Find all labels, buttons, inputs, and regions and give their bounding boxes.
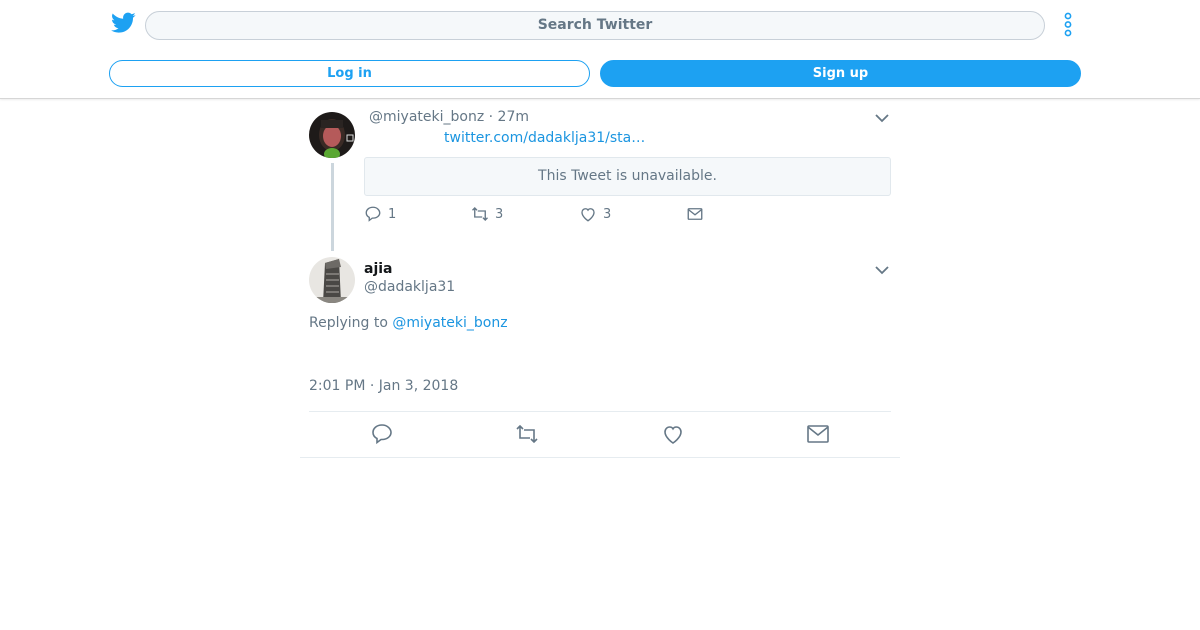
search-input[interactable]: Search Twitter xyxy=(145,11,1045,40)
separator: · xyxy=(488,109,494,125)
retweet-action[interactable]: 3 xyxy=(471,205,503,223)
retweet-count: 3 xyxy=(495,206,504,222)
more-vertical-icon[interactable] xyxy=(1058,11,1078,39)
chevron-down-icon[interactable] xyxy=(874,264,890,276)
mail-icon xyxy=(687,208,703,220)
login-button[interactable]: Log in xyxy=(109,60,590,87)
replying-to: Replying to @miyateki_bonz xyxy=(309,315,508,331)
tweet-link[interactable]: twitter.com/dadaklja31/sta… xyxy=(444,130,645,146)
mail-icon[interactable] xyxy=(806,422,830,446)
reply-count: 1 xyxy=(388,206,397,222)
top-bar: Search Twitter Log in Sign up xyxy=(0,0,1200,99)
user-handle[interactable]: @dadaklja31 xyxy=(364,279,455,295)
retweet-icon[interactable] xyxy=(515,422,539,446)
display-name[interactable]: ajia xyxy=(364,261,393,277)
reply-icon[interactable] xyxy=(370,422,394,446)
retweet-icon xyxy=(472,207,488,221)
reply-icon xyxy=(365,206,381,222)
replying-mention[interactable]: @miyateki_bonz xyxy=(392,315,507,331)
unavailable-tweet-card: This Tweet is unavailable. xyxy=(364,157,891,196)
twitter-bird-icon[interactable] xyxy=(111,12,136,34)
signup-button[interactable]: Sign up xyxy=(600,60,1081,87)
tweet-age[interactable]: 27m xyxy=(498,109,529,125)
tweet-header: @miyateki_bonz · 27m xyxy=(369,109,529,125)
divider xyxy=(300,457,900,458)
dm-action[interactable] xyxy=(686,205,710,223)
heart-icon[interactable] xyxy=(661,422,685,446)
avatar[interactable] xyxy=(309,112,355,158)
heart-icon xyxy=(581,208,595,222)
thread-line xyxy=(331,163,334,251)
like-action[interactable]: 3 xyxy=(579,205,611,223)
replying-prefix: Replying to xyxy=(309,315,393,331)
reply-action[interactable]: 1 xyxy=(364,205,396,223)
avatar[interactable] xyxy=(309,257,355,303)
chevron-down-icon[interactable] xyxy=(874,112,890,124)
like-count: 3 xyxy=(603,206,612,222)
tweet-handle[interactable]: @miyateki_bonz xyxy=(369,109,484,125)
divider xyxy=(309,411,891,412)
tweet-timestamp[interactable]: 2:01 PM · Jan 3, 2018 xyxy=(309,378,458,394)
